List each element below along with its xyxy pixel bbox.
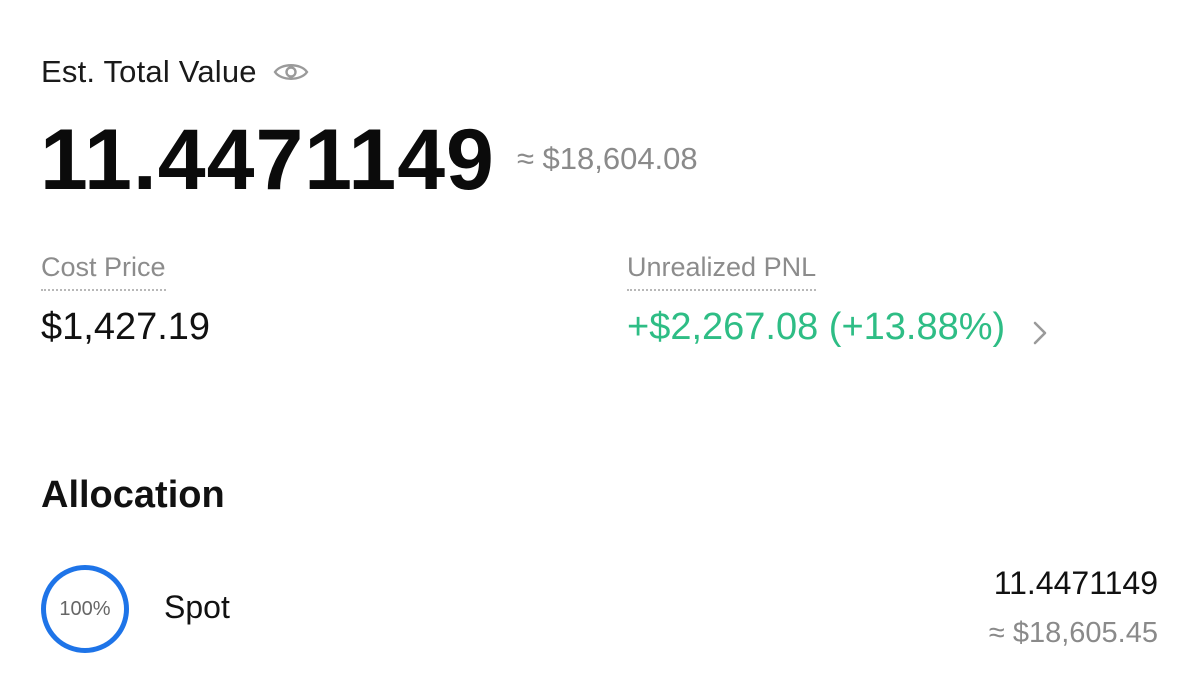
allocation-item-spot[interactable]: 100% Spot 11.4471149 ≈ $18,605.45 <box>41 565 1158 653</box>
allocation-percent-ring: 100% <box>41 565 129 653</box>
unrealized-pnl-amount: +$2,267.08 (+13.88%) <box>627 306 1006 348</box>
allocation-approx-usd: ≈ $18,605.45 <box>988 617 1158 649</box>
eye-icon[interactable] <box>273 60 309 84</box>
total-value: 11.4471149 <box>40 112 495 208</box>
allocation-percent: 100% <box>59 597 111 620</box>
unrealized-pnl-block[interactable]: Unrealized PNL +$2,267.08 (+13.88%) <box>627 252 1049 349</box>
unrealized-pnl-value[interactable]: +$2,267.08 (+13.88%) <box>627 305 1049 349</box>
allocation-title: Allocation <box>41 474 225 516</box>
est-total-value-label: Est. Total Value <box>41 54 257 89</box>
allocation-name: Spot <box>164 589 230 625</box>
total-approx-usd: ≈ $18,604.08 <box>516 141 698 176</box>
chevron-right-icon[interactable] <box>1031 313 1049 345</box>
allocation-amount: 11.4471149 <box>993 565 1158 601</box>
portfolio-overview: Est. Total Value 11.4471149 ≈ $18,604.08… <box>0 0 1200 684</box>
cost-price-amount: $1,427.19 <box>41 306 211 348</box>
est-total-value-header: Est. Total Value <box>41 54 309 90</box>
cost-price-label[interactable]: Cost Price <box>41 252 166 291</box>
cost-price-block: Cost Price $1,427.19 <box>41 252 210 349</box>
unrealized-pnl-label[interactable]: Unrealized PNL <box>627 252 817 291</box>
cost-price-value: $1,427.19 <box>41 305 210 349</box>
total-value-row: 11.4471149 ≈ $18,604.08 <box>40 112 698 208</box>
